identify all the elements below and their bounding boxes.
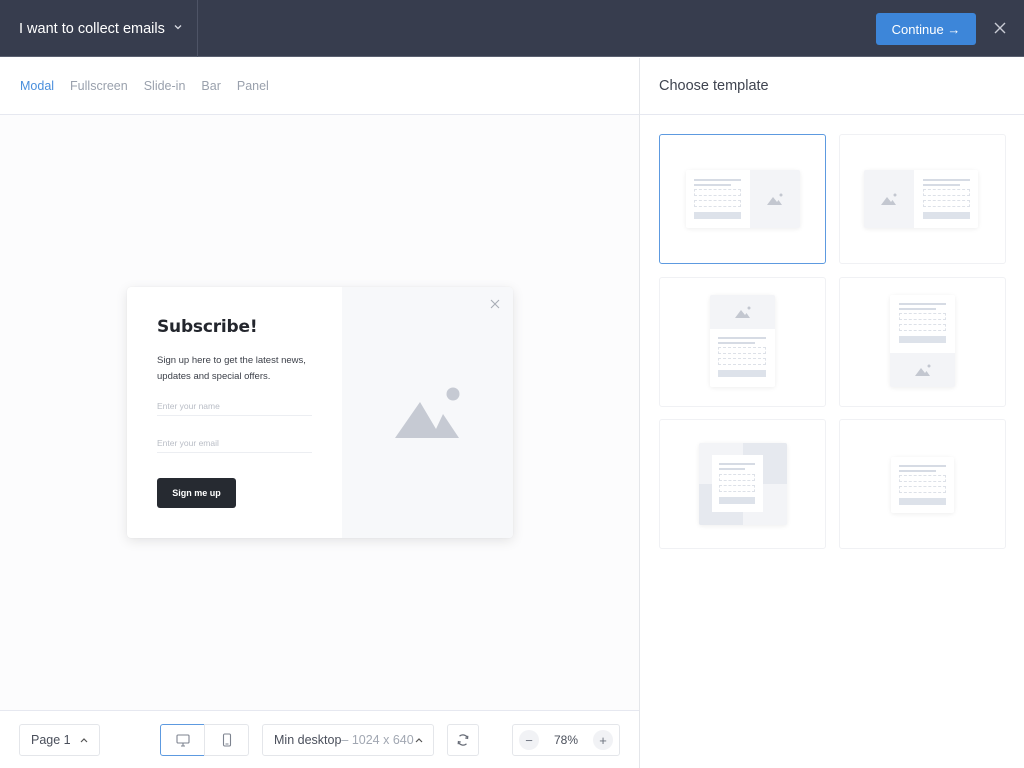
size-dimensions: – 1024 x 640	[341, 733, 414, 747]
image-placeholder-icon	[767, 193, 783, 205]
template-card-image-top-form-bottom[interactable]	[659, 277, 826, 407]
continue-button[interactable]: Continue →	[876, 13, 976, 45]
format-tabs: Modal Fullscreen Slide-in Bar Panel	[0, 58, 639, 115]
chevron-up-icon	[80, 733, 88, 750]
template-card-form-over-background[interactable]	[659, 419, 826, 549]
top-bar: I want to collect emails Continue →	[0, 0, 1024, 57]
goal-dropdown[interactable]: I want to collect emails	[0, 0, 198, 57]
chevron-down-icon	[174, 22, 182, 33]
image-placeholder-icon	[734, 306, 750, 318]
template-thumbnail	[864, 170, 978, 228]
template-thumbnail	[890, 295, 955, 387]
template-thumbnail	[686, 170, 800, 228]
popup-image-pane	[342, 287, 513, 538]
template-card-form-top-image-bottom[interactable]	[839, 277, 1006, 407]
page-selector[interactable]: Page 1	[19, 724, 100, 756]
desktop-view-button[interactable]	[160, 724, 205, 756]
rotate-icon	[457, 734, 469, 746]
tab-fullscreen[interactable]: Fullscreen	[70, 79, 128, 93]
image-placeholder-icon	[881, 193, 897, 205]
sign-up-button[interactable]: Sign me up	[157, 478, 236, 508]
tab-modal[interactable]: Modal	[20, 79, 54, 93]
desktop-icon	[175, 733, 190, 747]
popup-close-icon[interactable]	[489, 297, 501, 309]
template-panel-title: Choose template	[640, 58, 1024, 115]
preview-panel: Modal Fullscreen Slide-in Bar Panel Subs…	[0, 58, 639, 768]
mobile-view-button[interactable]	[204, 724, 249, 756]
email-input[interactable]	[157, 433, 312, 453]
close-icon[interactable]	[990, 18, 1010, 38]
size-label: Min desktop	[274, 733, 342, 747]
popup-title: Subscribe!	[157, 317, 258, 337]
goal-label: I want to collect emails	[19, 20, 165, 37]
template-thumbnail	[891, 457, 954, 513]
template-thumbnail	[710, 295, 775, 387]
tab-bar[interactable]: Bar	[201, 79, 220, 93]
zoom-in-button[interactable]: +	[593, 730, 613, 750]
template-thumbnail	[699, 443, 787, 525]
screen-size-selector[interactable]: Min desktop – 1024 x 640	[262, 724, 434, 756]
bottom-toolbar: Page 1 Min desktop – 1024 x 640 − 78% +	[0, 710, 639, 768]
popup-preview: Subscribe! Sign up here to get the lates…	[127, 287, 513, 538]
mobile-icon	[222, 733, 231, 747]
template-card-form-left-image-right[interactable]	[659, 134, 826, 264]
template-card-image-left-form-right[interactable]	[839, 134, 1006, 264]
rotate-button[interactable]	[447, 724, 479, 756]
tab-panel[interactable]: Panel	[237, 79, 269, 93]
name-input[interactable]	[157, 396, 312, 416]
template-panel: Choose template	[640, 58, 1024, 768]
chevron-up-icon	[415, 733, 423, 750]
tab-slide-in[interactable]: Slide-in	[144, 79, 186, 93]
image-placeholder-icon	[914, 364, 930, 376]
popup-description: Sign up here to get the latest news, upd…	[157, 355, 306, 382]
image-placeholder-icon	[395, 387, 460, 438]
template-card-form-only[interactable]	[839, 419, 1006, 549]
page-label: Page 1	[31, 733, 71, 747]
zoom-control: − 78% +	[512, 724, 620, 756]
